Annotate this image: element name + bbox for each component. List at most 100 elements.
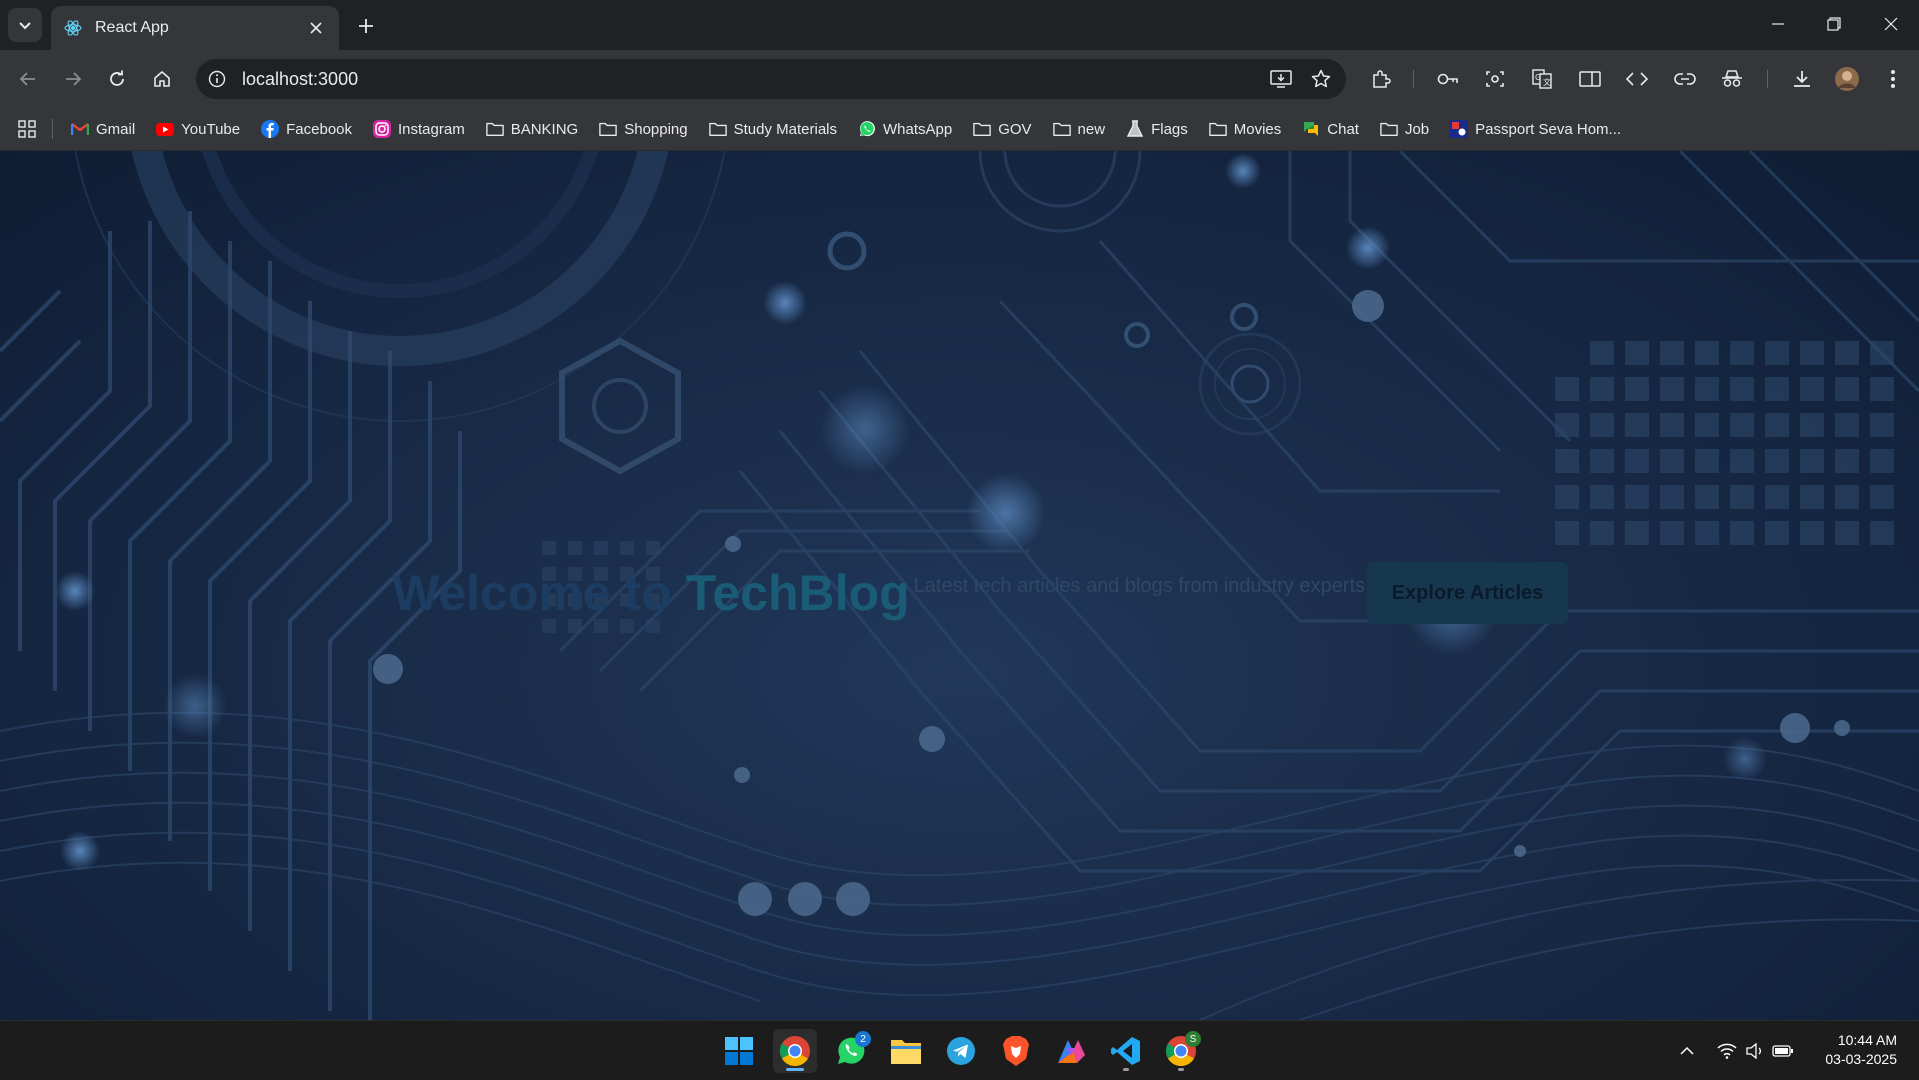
bookmark-job[interactable]: Job (1380, 120, 1429, 138)
apps-button[interactable] (18, 120, 36, 138)
taskbar-vscode[interactable] (1104, 1029, 1148, 1073)
vscode-icon (1111, 1037, 1140, 1065)
download-icon (1794, 71, 1810, 87)
taskbar-file-explorer[interactable] (884, 1029, 928, 1073)
explore-articles-button[interactable]: Explore Articles (1367, 562, 1568, 624)
link-icon (1674, 73, 1696, 85)
site-info-icon[interactable] (204, 66, 230, 92)
downloads-button[interactable] (1785, 62, 1819, 96)
restore-button[interactable] (1806, 0, 1862, 48)
profile-button[interactable] (1830, 62, 1864, 96)
bookmark-gmail[interactable]: Gmail (71, 120, 135, 138)
taskbar-whatsapp[interactable]: 2 (829, 1029, 873, 1073)
taskbar-chrome[interactable] (773, 1029, 817, 1073)
system-clock[interactable]: 10:44 AM 03-03-2025 (1825, 1031, 1897, 1069)
bookmark-flags[interactable]: Flags (1126, 120, 1188, 138)
bookmark-youtube[interactable]: YouTube (156, 120, 240, 138)
chrome-icon (779, 1036, 810, 1067)
taskbar-brave[interactable] (994, 1029, 1038, 1073)
bookmark-chat[interactable]: Chat (1302, 120, 1359, 138)
menu-button[interactable] (1876, 62, 1910, 96)
bookmark-instagram[interactable]: Instagram (373, 120, 465, 138)
incognito-icon (1722, 70, 1742, 87)
gmail-icon (71, 120, 89, 138)
translate-button[interactable]: G文 (1525, 62, 1559, 96)
reload-icon (110, 70, 124, 86)
home-button[interactable] (145, 62, 179, 96)
hero-title-prefix: Welcome to (392, 565, 686, 621)
lens-button[interactable] (1478, 62, 1512, 96)
chat-icon (1302, 120, 1320, 138)
active-indicator (786, 1068, 804, 1071)
copilot-icon (1058, 1040, 1085, 1063)
bookmark-whatsapp[interactable]: WhatsApp (858, 120, 952, 138)
reload-button[interactable] (100, 62, 134, 96)
wifi-icon[interactable] (1712, 1043, 1742, 1059)
new-tab-button[interactable] (352, 12, 380, 40)
start-button[interactable] (717, 1029, 761, 1073)
incognito-button[interactable] (1715, 62, 1749, 96)
devtools-button[interactable] (1620, 62, 1654, 96)
forward-button[interactable] (56, 62, 90, 96)
clock-time: 10:44 AM (1837, 1032, 1897, 1048)
volume-icon[interactable] (1742, 1042, 1768, 1059)
bookmark-shopping[interactable]: Shopping (599, 120, 688, 138)
bookmark-study-materials[interactable]: Study Materials (708, 120, 837, 138)
taskbar-chrome-profile[interactable]: S (1159, 1029, 1203, 1073)
plus-icon (359, 19, 373, 33)
folder-icon (1052, 120, 1071, 138)
bookmark-gov[interactable]: GOV (973, 120, 1032, 138)
bookmark-label: YouTube (181, 120, 241, 138)
close-tab-icon[interactable] (305, 17, 327, 39)
tab-title: React App (95, 19, 169, 36)
toolbar: localhost:3000 G文 (0, 50, 1919, 108)
battery-icon[interactable] (1768, 1044, 1798, 1058)
react-icon (64, 20, 82, 36)
tab-search-button[interactable] (8, 8, 42, 42)
password-manager-button[interactable] (1431, 62, 1465, 96)
folder-icon (891, 1040, 921, 1064)
folder-icon (708, 120, 727, 138)
extensions-button[interactable] (1364, 62, 1398, 96)
side-panel-icon (1579, 71, 1601, 87)
address-bar[interactable]: localhost:3000 (196, 59, 1346, 99)
passport-icon (1450, 120, 1469, 138)
tab-react-app[interactable]: React App (51, 6, 339, 50)
browser-window: React App localhost:3000 G 文 Gmail YouTu… (0, 0, 1919, 1020)
show-hidden-icons[interactable] (1672, 1046, 1702, 1056)
bookmark-label: BANKING (510, 120, 579, 138)
taskbar-telegram[interactable] (939, 1029, 983, 1073)
taskbar: 2 S 10:44 AM 03-03-2025 (0, 1020, 1919, 1079)
star-icon[interactable] (1306, 64, 1336, 94)
install-app-icon[interactable] (1266, 64, 1296, 94)
bookmark-banking[interactable]: BANKING (485, 120, 579, 138)
windows-icon (725, 1037, 753, 1065)
translate-icon: G文 (1532, 69, 1552, 89)
bookmark-label: Flags (1151, 120, 1188, 138)
bookmark-movies[interactable]: Movies (1208, 120, 1281, 138)
system-tray (1672, 1021, 1798, 1080)
hero-section: Welcome to TechBlog Latest tech articles… (392, 553, 1568, 633)
back-button[interactable] (11, 62, 45, 96)
bookmark-facebook[interactable]: Facebook (261, 120, 352, 138)
bookmark-new[interactable]: new (1052, 120, 1105, 138)
restore-icon (1827, 17, 1841, 31)
close-window-button[interactable] (1863, 0, 1919, 48)
puzzle-icon (1373, 70, 1391, 88)
svg-text:G: G (1535, 73, 1541, 82)
share-link-button[interactable] (1668, 62, 1702, 96)
bookmarks-bar: Gmail YouTube Facebook Instagram BANKING… (0, 108, 1919, 151)
folder-icon (1208, 120, 1227, 138)
reading-mode-button[interactable] (1573, 62, 1607, 96)
youtube-icon (156, 120, 175, 138)
url-text[interactable]: localhost:3000 (242, 69, 1266, 90)
taskbar-copilot[interactable] (1049, 1029, 1093, 1073)
bookmark-label: Instagram (398, 120, 465, 138)
avatar (1835, 67, 1859, 91)
bookmark-passport-seva[interactable]: Passport Seva Hom... (1450, 120, 1621, 138)
minimize-button[interactable] (1750, 0, 1806, 48)
bookmark-label: Shopping (624, 120, 688, 138)
chevron-up-icon (1680, 1046, 1694, 1055)
svg-text:文: 文 (1543, 77, 1551, 87)
chevron-down-icon (19, 22, 31, 30)
